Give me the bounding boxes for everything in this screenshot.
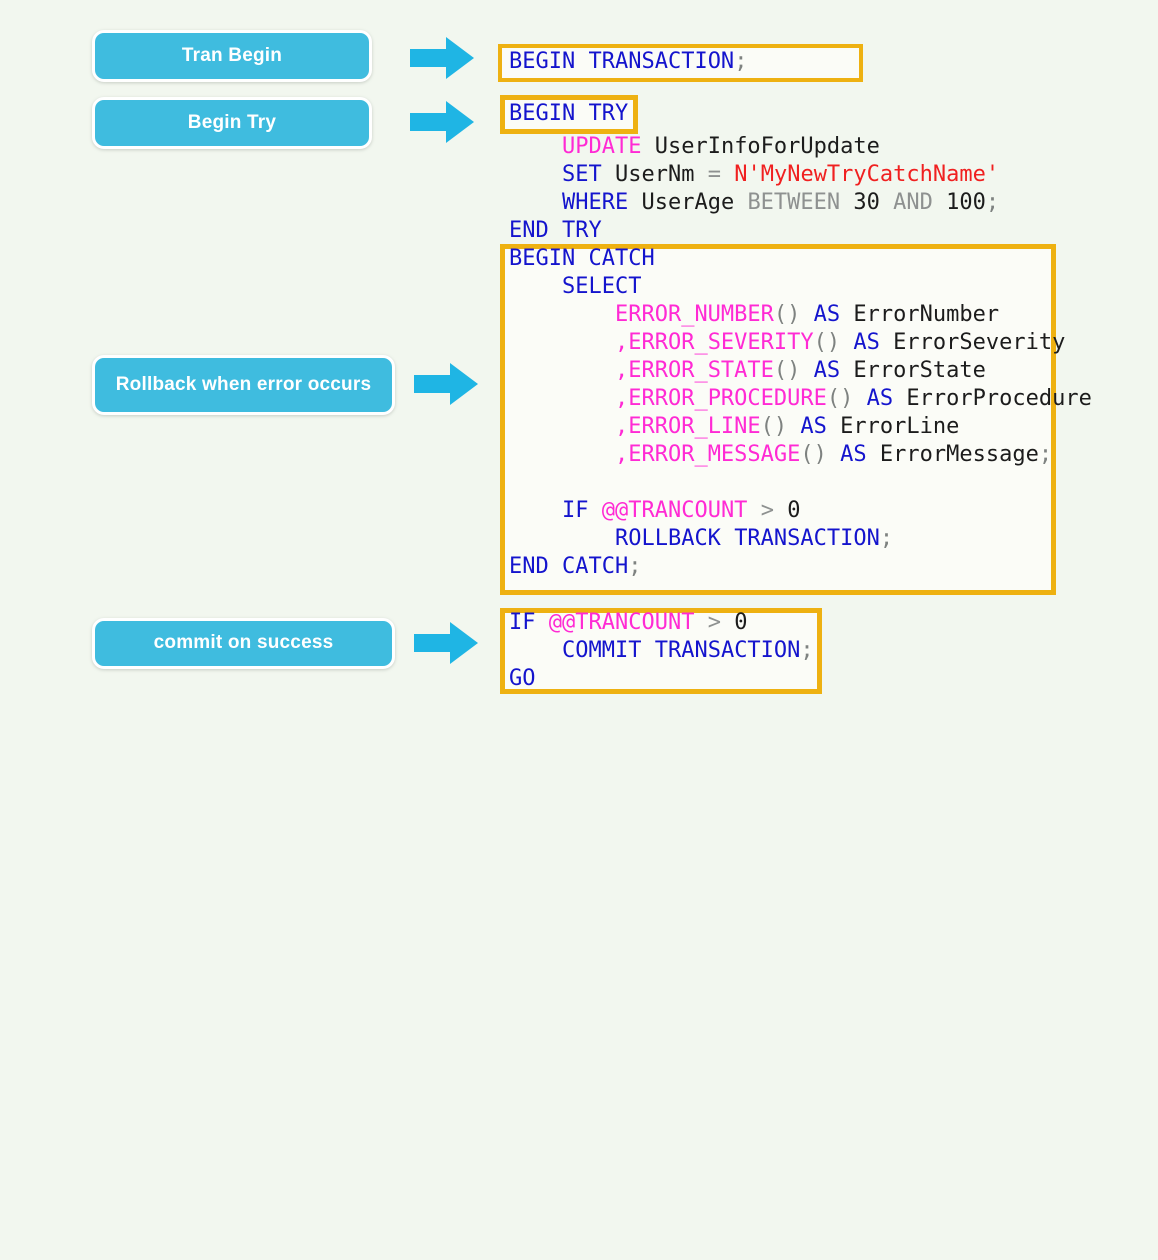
code-line-select: SELECT <box>561 274 642 299</box>
code-line-commit-transaction: COMMIT TRANSACTION; <box>561 638 814 663</box>
code-line-error-number: ERROR_NUMBER() AS ErrorNumber <box>614 302 1000 327</box>
code-line-error-line: ,ERROR_LINE() AS ErrorLine <box>614 414 960 439</box>
code-line-error-state: ,ERROR_STATE() AS ErrorState <box>614 358 986 383</box>
sql-code-block: BEGIN TRANSACTION; BEGIN TRY UPDATE User… <box>0 0 1158 725</box>
code-line-if-trancount-rollback: IF @@TRANCOUNT > 0 <box>561 498 801 523</box>
code-line-go: GO <box>509 666 536 691</box>
code-line-rollback-transaction: ROLLBACK TRANSACTION; <box>614 526 894 551</box>
code-line-where: WHERE UserAge BETWEEN 30 AND 100; <box>561 190 1000 215</box>
code-line-end-catch: END CATCH; <box>509 554 642 579</box>
diagram-canvas: Tran Begin Begin Try Rollback when error… <box>0 0 1158 725</box>
code-line-update: UPDATE UserInfoForUpdate <box>561 134 880 159</box>
code-line-error-message: ,ERROR_MESSAGE() AS ErrorMessage; <box>614 442 1053 467</box>
code-line-error-procedure: ,ERROR_PROCEDURE() AS ErrorProcedure <box>614 386 1092 411</box>
code-line-end-try: END TRY <box>509 218 602 243</box>
code-line-error-severity: ,ERROR_SEVERITY() AS ErrorSeverity <box>614 330 1066 355</box>
code-line-begin-catch: BEGIN CATCH <box>509 246 655 271</box>
code-line-begin-try: BEGIN TRY <box>509 101 629 126</box>
code-line-begin-transaction: BEGIN TRANSACTION; <box>509 49 748 74</box>
code-line-if-trancount-commit: IF @@TRANCOUNT > 0 <box>509 610 748 635</box>
code-line-set: SET UserNm = N'MyNewTryCatchName' <box>561 162 1000 187</box>
